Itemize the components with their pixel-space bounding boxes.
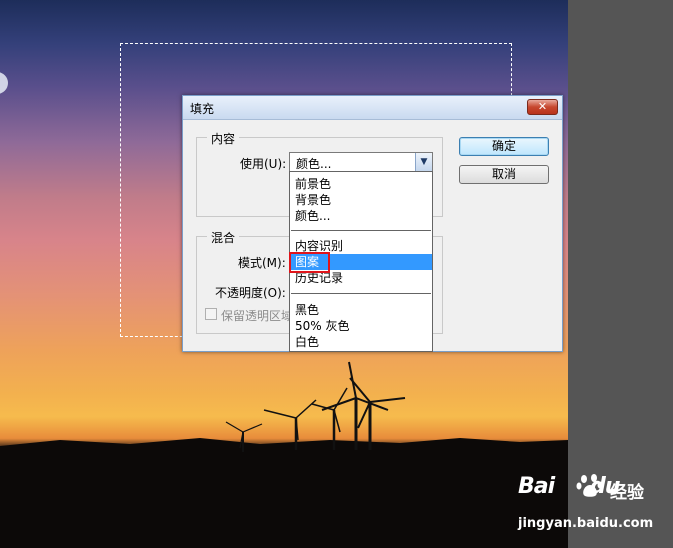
dropdown-item-black[interactable]: 黑色 — [290, 302, 432, 318]
dropdown-item-background[interactable]: 背景色 — [290, 192, 432, 208]
use-select-value: 颜色... — [296, 157, 332, 171]
ok-button[interactable]: 确定 — [459, 137, 549, 156]
side-panel — [568, 0, 673, 548]
dialog-titlebar[interactable]: 填充 ✕ — [183, 96, 562, 120]
dropdown-item-color[interactable]: 颜色... — [290, 208, 432, 224]
watermark-jingyan: 经验 — [610, 483, 644, 503]
dropdown-separator — [291, 230, 431, 231]
watermark-brand: Bai du — [518, 474, 621, 499]
watermark-url: jingyan.baidu.com — [518, 516, 654, 531]
dropdown-item-foreground[interactable]: 前景色 — [290, 176, 432, 192]
content-group-legend: 内容 — [207, 130, 240, 147]
use-select[interactable]: 颜色... ▼ — [289, 152, 433, 172]
annotation-highlight-box — [289, 252, 330, 273]
preserve-transparency-label: 保留透明区域 — [221, 309, 294, 323]
mode-label: 模式(M): — [238, 256, 286, 270]
preserve-transparency-checkbox[interactable] — [205, 308, 217, 320]
dropdown-item-gray[interactable]: 50% 灰色 — [290, 318, 432, 334]
close-icon[interactable]: ✕ — [527, 99, 558, 115]
dialog-title: 填充 — [190, 102, 215, 116]
chevron-down-icon[interactable]: ▼ — [415, 153, 432, 171]
baidu-paw-icon — [576, 474, 603, 497]
cancel-button[interactable]: 取消 — [459, 165, 549, 184]
dropdown-item-white[interactable]: 白色 — [290, 334, 432, 350]
use-label: 使用(U): — [240, 157, 287, 171]
opacity-label: 不透明度(O): — [215, 286, 286, 300]
dropdown-separator — [291, 293, 431, 294]
blend-group-legend: 混合 — [207, 229, 240, 246]
